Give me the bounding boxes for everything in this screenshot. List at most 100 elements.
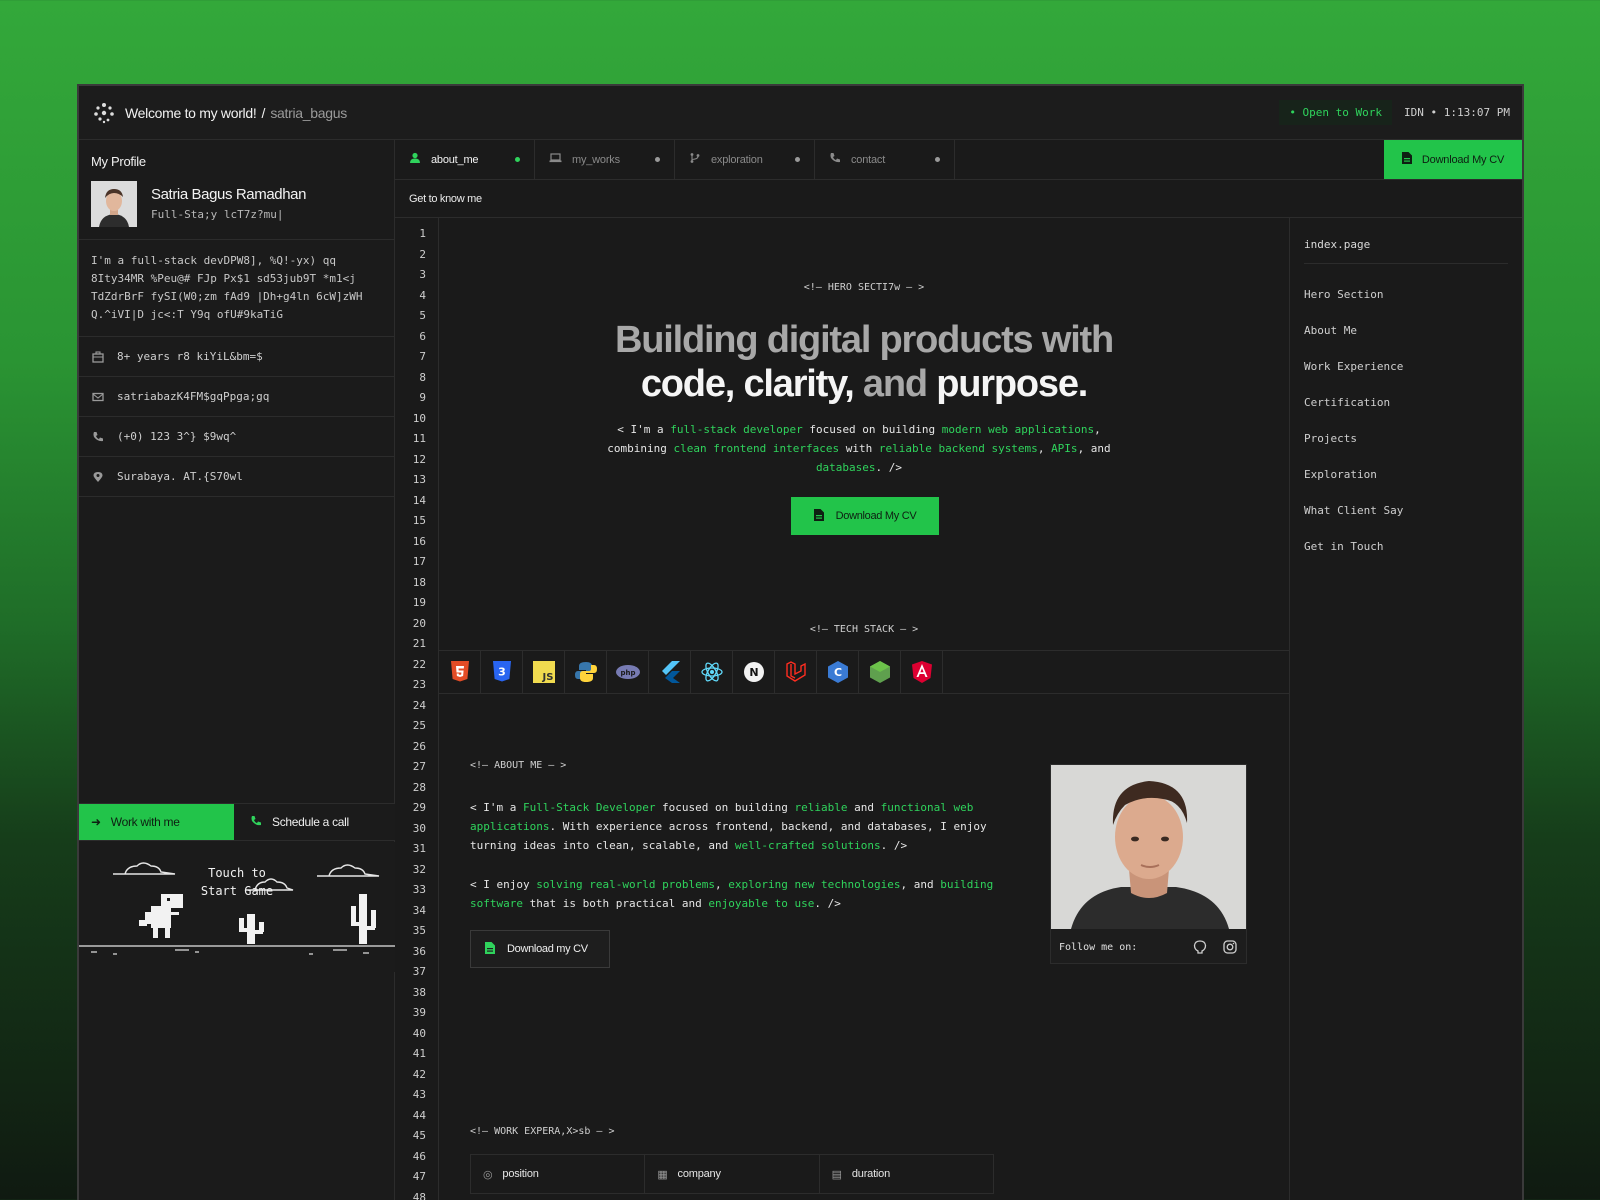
sidebar-title: My Profile <box>91 154 146 169</box>
game-canvas[interactable] <box>79 842 395 972</box>
content-area: 1 2 3 4 5 6 7 8 9 10 11 12 13 14 15 16 17 18 19 20 21 22 23 24 2… <box>395 218 1522 1200</box>
info-location: Surabaya. AT.{S70wl <box>79 457 394 497</box>
location-icon <box>91 470 105 484</box>
line-number: 23 <box>412 678 426 691</box>
line-number: 26 <box>412 739 426 753</box>
follow-row: Follow me on: <box>1051 929 1246 965</box>
about-paragraph-1: < I'm a Full-Stack Developer focused on … <box>470 798 1030 855</box>
info-email[interactable]: satriabazK4FM$gqPpga;gq <box>79 377 394 417</box>
line-number: 2 <box>419 247 426 261</box>
download-cv-about-button[interactable]: Download my CV <box>470 930 610 968</box>
file-icon <box>1401 152 1412 167</box>
download-cv-hero-button[interactable]: Download My CV <box>791 497 939 535</box>
line-number: 31 <box>412 842 426 855</box>
github-icon[interactable] <box>1192 939 1208 955</box>
line-number: 44 <box>412 1108 426 1122</box>
file-icon <box>485 941 495 957</box>
download-cv-label: Download My CV <box>835 510 917 522</box>
tab-contact[interactable]: contact <box>815 140 955 179</box>
toc-item-contact[interactable]: Get in Touch <box>1304 540 1508 576</box>
target-icon: ◎ <box>483 1168 493 1181</box>
user-icon <box>409 152 421 167</box>
game-prompt: Touch to Start Game <box>79 864 395 900</box>
body-text: , and <box>900 878 941 891</box>
line-number-gutter: 1 2 3 4 5 6 7 8 9 10 11 12 13 14 15 16 17 18 19 20 21 22 23 24 2… <box>395 218 439 1200</box>
line-number: 27 <box>412 760 426 773</box>
tab-exploration[interactable]: exploration <box>675 140 815 179</box>
dino-game[interactable]: Touch to Start Game <box>79 842 395 972</box>
work-with-me-button[interactable]: ➜ Work with me <box>79 804 234 840</box>
breadcrumb-title: Welcome to my world! <box>125 104 257 121</box>
status-badge: • Open to Work <box>1279 100 1393 125</box>
toc-item-about[interactable]: About Me <box>1304 324 1508 360</box>
work-column-company[interactable]: ▦ company <box>645 1155 820 1193</box>
line-number: 18 <box>412 575 426 589</box>
schedule-call-button[interactable]: Schedule a call <box>234 804 395 840</box>
line-number: 22 <box>412 657 426 671</box>
line-number: 11 <box>412 432 426 445</box>
about-comment: <!— ABOUT ME — > <box>470 760 567 771</box>
editor-pane: <!— HERO SECTI7w — > Building digital pr… <box>439 218 1290 1200</box>
file-icon <box>813 508 824 524</box>
branch-icon <box>689 152 701 167</box>
tab-my-works[interactable]: my_works <box>535 140 675 179</box>
body-text: . /> <box>875 461 903 474</box>
about-paragraph-2: < I enjoy solving real-world problems, e… <box>470 875 1030 913</box>
work-column-duration[interactable]: ▤ duration <box>820 1155 993 1193</box>
work-comment: <!— WORK EXPERA,X>sb — > <box>470 1126 615 1137</box>
toc-item-testimonials[interactable]: What Client Say <box>1304 504 1508 540</box>
highlight-text: modern web applications <box>941 423 1095 436</box>
toc-item-work[interactable]: Work Experience <box>1304 360 1508 396</box>
body-text: focused on building <box>655 801 795 814</box>
line-number: 29 <box>412 801 426 814</box>
toc-item-projects[interactable]: Projects <box>1304 432 1508 468</box>
main-panel: about_me my_works exploration contact Do… <box>395 140 1522 1200</box>
cta-row: ➜ Work with me Schedule a call <box>79 803 395 841</box>
body-text: focused on building <box>802 423 942 436</box>
breadcrumb-username[interactable]: satria_bagus <box>270 105 347 121</box>
line-number: 4 <box>419 288 426 302</box>
bio-line: I'm a full-stack devDPW8], %Q!-yx) qq <box>91 254 337 267</box>
highlight-text: reliable <box>794 801 848 814</box>
line-number: 34 <box>412 903 426 917</box>
tab-status-dot <box>655 157 660 162</box>
download-cv-header-button[interactable]: Download My CV <box>1384 140 1522 179</box>
logo-icon <box>94 102 114 123</box>
highlight-text: Full-Stack Developer <box>522 801 656 814</box>
nodejs-icon <box>859 651 901 693</box>
line-number: 30 <box>412 821 426 835</box>
tab-about-me[interactable]: about_me <box>395 140 535 179</box>
schedule-call-label: Schedule a call <box>272 815 349 829</box>
body-text: . /> <box>880 839 908 852</box>
line-number: 32 <box>412 862 426 876</box>
toc-item-certification[interactable]: Certification <box>1304 396 1508 432</box>
line-number: 8 <box>419 370 426 384</box>
toc-item-exploration[interactable]: Exploration <box>1304 468 1508 504</box>
line-number: 46 <box>412 1149 426 1163</box>
line-number: 7 <box>419 350 426 363</box>
line-number: 33 <box>412 883 426 896</box>
tab-status-dot <box>935 157 940 162</box>
profile-photo <box>1051 765 1246 929</box>
work-experience-table: ◎ position ▦ company ▤ duration <box>470 1154 994 1194</box>
body-text: and <box>847 801 881 814</box>
profile-name: Satria Bagus Ramadhan <box>151 186 307 203</box>
toc-item-hero[interactable]: Hero Section <box>1304 288 1508 324</box>
body-text: , <box>1037 442 1052 455</box>
python-icon <box>565 651 607 693</box>
bio-line: 8Ity34MR %Peu@# FJp Px$1 sd53jub9T *m1<j <box>91 272 356 285</box>
line-number: 40 <box>412 1026 426 1040</box>
work-with-me-label: Work with me <box>110 815 180 829</box>
hero-title-part: and <box>862 363 928 405</box>
highlight-text: reliable backend systems <box>878 442 1038 455</box>
briefcase-icon <box>91 350 105 364</box>
phone-icon <box>829 152 841 167</box>
hero-title-part: code, clarity, <box>640 363 855 405</box>
instagram-icon[interactable] <box>1222 939 1238 955</box>
avatar <box>91 181 137 227</box>
info-text: satriabazK4FM$gqPpga;gq <box>117 390 270 403</box>
info-phone[interactable]: (+0) 123 3^} $9wq^ <box>79 417 394 457</box>
work-column-position[interactable]: ◎ position <box>471 1155 646 1193</box>
body-text: < I'm a <box>617 423 671 436</box>
building-icon: ▦ <box>657 1168 668 1181</box>
